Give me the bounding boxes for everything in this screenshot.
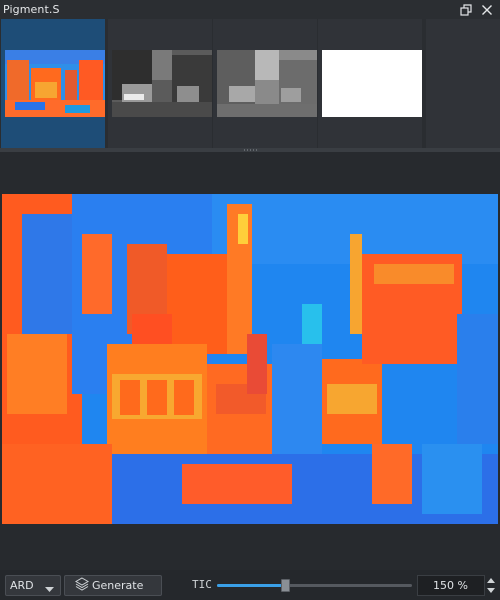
image-viewer[interactable]: [0, 152, 500, 570]
spin-up-icon[interactable]: [485, 575, 497, 585]
zoom-input[interactable]: 150 %: [417, 575, 485, 596]
mode-select-value: ARD: [10, 579, 34, 592]
spin-down-icon[interactable]: [485, 585, 497, 595]
thumbnail-strip: [0, 19, 500, 148]
thumb-grayscale[interactable]: [213, 19, 317, 148]
main-image: [2, 194, 498, 524]
thumb-false-color[interactable]: [1, 19, 105, 148]
bottom-toolbar: ARD Generate TIC 150 %: [0, 570, 500, 600]
zoom-value: 150 %: [433, 579, 468, 592]
slider-fill: [217, 584, 285, 587]
close-icon[interactable]: [480, 3, 494, 17]
thumbnail-image: [322, 50, 422, 117]
thumbnail-image: [112, 50, 212, 117]
thumb-white[interactable]: [318, 19, 422, 148]
slider-label: TIC: [192, 578, 212, 591]
zoom-stepper[interactable]: [485, 575, 497, 596]
generate-label: Generate: [92, 579, 144, 592]
thumb-grayscale-dark[interactable]: [108, 19, 212, 148]
restore-icon[interactable]: [459, 3, 473, 17]
generate-button[interactable]: Generate: [64, 575, 162, 596]
title-bar: Pigment.S: [0, 0, 500, 19]
layers-icon: [75, 577, 89, 594]
thumbnail-image: [217, 50, 317, 117]
window-title: Pigment.S: [3, 3, 60, 16]
slider-handle[interactable]: [281, 579, 290, 592]
tic-slider[interactable]: [217, 579, 412, 592]
thumb-empty[interactable]: [426, 19, 500, 148]
chevron-down-icon: [45, 583, 54, 596]
grip-icon: [243, 149, 259, 151]
thumbnail-image: [5, 50, 105, 117]
mode-select[interactable]: ARD: [5, 575, 61, 596]
